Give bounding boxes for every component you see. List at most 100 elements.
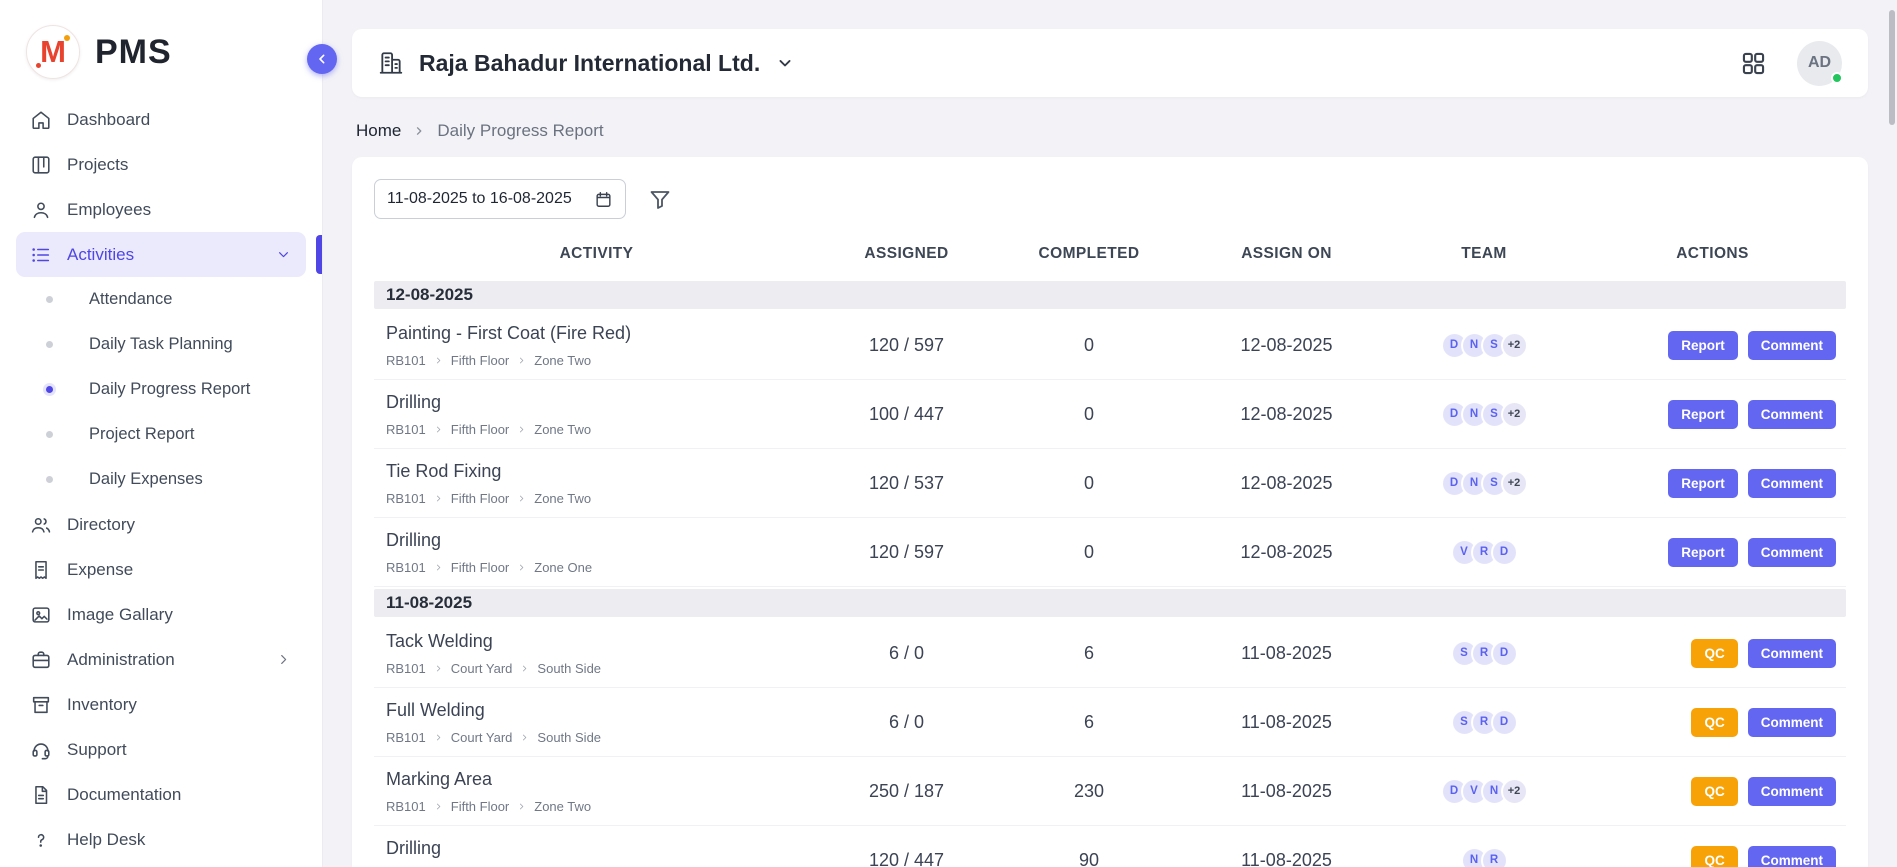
company-selector[interactable]: Raja Bahadur International Ltd. <box>378 50 795 77</box>
completed-value: 0 <box>994 335 1184 356</box>
avatar-initials: AD <box>1808 54 1831 72</box>
report-button[interactable]: Report <box>1668 538 1738 567</box>
qc-button[interactable]: QC <box>1691 639 1737 668</box>
gallery-icon <box>30 604 52 626</box>
row-actions: Report Comment <box>1579 400 1846 429</box>
user-avatar[interactable]: AD <box>1797 41 1842 86</box>
row-actions: Report Comment <box>1579 469 1846 498</box>
comment-button[interactable]: Comment <box>1748 469 1836 498</box>
sidebar-item-employees[interactable]: Employees <box>16 187 306 232</box>
group-date: 12-08-2025 <box>386 285 473 304</box>
comment-button[interactable]: Comment <box>1748 538 1836 567</box>
date-group-header: 12-08-2025 <box>374 281 1846 309</box>
sidebar-collapse-button[interactable] <box>307 44 337 74</box>
activity-name: Drilling <box>386 530 819 551</box>
sidebar-item-help-desk[interactable]: Help Desk <box>16 817 306 862</box>
sidebar-item-daily-task-planning[interactable]: Daily Task Planning <box>16 322 306 367</box>
inventory-icon <box>30 694 52 716</box>
progress-report-table: ACTIVITYASSIGNEDCOMPLETEDASSIGN ONTEAMAC… <box>374 227 1846 867</box>
bullet-icon <box>46 386 53 393</box>
sidebar-item-daily-progress-report[interactable]: Daily Progress Report <box>16 367 306 412</box>
sidebar-item-administration[interactable]: Administration <box>16 637 306 682</box>
sidebar-item-projects[interactable]: Projects <box>16 142 306 187</box>
team-member-avatar: D <box>1491 709 1518 736</box>
chevron-right-icon <box>412 124 426 138</box>
sidebar-item-label: Expense <box>67 560 292 580</box>
qc-button[interactable]: QC <box>1691 777 1737 806</box>
sidebar-item-dashboard[interactable]: Dashboard <box>16 97 306 142</box>
qc-button[interactable]: QC <box>1691 708 1737 737</box>
topbar: Raja Bahadur International Ltd. AD <box>352 29 1868 97</box>
funnel-icon <box>648 187 672 211</box>
team-extra-count: +2 <box>1501 401 1528 428</box>
completed-value: 0 <box>994 542 1184 563</box>
table-row: Painting - First Coat (Fire Red) RB101Fi… <box>374 311 1846 380</box>
sidebar-item-support[interactable]: Support <box>16 727 306 772</box>
qc-button[interactable]: QC <box>1691 846 1737 867</box>
assigned-value: 120 / 447 <box>819 850 994 867</box>
directory-icon <box>30 514 52 536</box>
chevron-right-icon <box>516 355 527 366</box>
bullet-icon <box>46 341 53 348</box>
sidebar-item-documentation[interactable]: Documentation <box>16 772 306 817</box>
sidebar-nav: Dashboard Projects Employees Activities … <box>0 95 322 864</box>
completed-value: 0 <box>994 404 1184 425</box>
activity-location-path: RB101Fifth FloorZone Two <box>386 799 819 814</box>
report-button[interactable]: Report <box>1668 331 1738 360</box>
assign-on-date: 12-08-2025 <box>1184 404 1389 425</box>
activity-location-path: RB101Fifth FloorZone Two <box>386 491 819 506</box>
column-header-activity: ACTIVITY <box>374 245 819 263</box>
sidebar-item-project-report[interactable]: Project Report <box>16 412 306 457</box>
comment-button[interactable]: Comment <box>1748 400 1836 429</box>
comment-button[interactable]: Comment <box>1748 639 1836 668</box>
path-segment: RB101 <box>386 422 426 437</box>
date-range-picker[interactable]: 11-08-2025 to 16-08-2025 <box>374 179 626 219</box>
projects-icon <box>30 154 52 176</box>
chevron-right-icon <box>275 651 292 668</box>
assign-on-date: 11-08-2025 <box>1184 643 1389 664</box>
sidebar-item-attendance[interactable]: Attendance <box>16 277 306 322</box>
sidebar-item-inventory[interactable]: Inventory <box>16 682 306 727</box>
team-avatars: SRD <box>1389 640 1579 667</box>
completed-value: 6 <box>994 643 1184 664</box>
comment-button[interactable]: Comment <box>1748 708 1836 737</box>
report-button[interactable]: Report <box>1668 400 1738 429</box>
activity-name: Marking Area <box>386 769 819 790</box>
sidebar-item-image-gallary[interactable]: Image Gallary <box>16 592 306 637</box>
sidebar-item-activities[interactable]: Activities <box>16 232 306 277</box>
comment-button[interactable]: Comment <box>1748 331 1836 360</box>
sidebar-item-label: Activities <box>67 245 260 265</box>
table-header-row: ACTIVITYASSIGNEDCOMPLETEDASSIGN ONTEAMAC… <box>374 227 1846 279</box>
assigned-value: 6 / 0 <box>819 712 994 733</box>
activity-cell: Drilling RB101Fifth FloorZone Two <box>374 838 819 867</box>
team-member-avatar: D <box>1491 640 1518 667</box>
path-segment: Fifth Floor <box>451 491 510 506</box>
path-segment: South Side <box>537 730 601 745</box>
path-segment: RB101 <box>386 799 426 814</box>
app-root: M PMS Dashboard Projects Employees Activ… <box>0 0 1897 867</box>
path-segment: Fifth Floor <box>451 560 510 575</box>
breadcrumb-home[interactable]: Home <box>356 121 401 141</box>
sidebar-item-daily-expenses[interactable]: Daily Expenses <box>16 457 306 502</box>
path-segment: RB101 <box>386 560 426 575</box>
apps-grid-icon[interactable] <box>1740 50 1767 77</box>
sidebar-item-label: Documentation <box>67 785 292 805</box>
comment-button[interactable]: Comment <box>1748 777 1836 806</box>
scrollbar-thumb[interactable] <box>1889 10 1895 125</box>
team-avatars: NR <box>1389 847 1579 867</box>
filter-button[interactable] <box>648 187 672 211</box>
sidebar: M PMS Dashboard Projects Employees Activ… <box>0 0 323 867</box>
chevron-right-icon <box>519 663 530 674</box>
assign-on-date: 11-08-2025 <box>1184 712 1389 733</box>
chevron-right-icon <box>433 355 444 366</box>
activity-cell: Tack Welding RB101Court YardSouth Side <box>374 631 819 676</box>
sidebar-item-directory[interactable]: Directory <box>16 502 306 547</box>
chevron-right-icon <box>516 801 527 812</box>
column-header-actions: ACTIONS <box>1579 245 1846 263</box>
report-button[interactable]: Report <box>1668 469 1738 498</box>
date-range-value: 11-08-2025 to 16-08-2025 <box>387 190 572 208</box>
comment-button[interactable]: Comment <box>1748 846 1836 867</box>
team-member-avatar: R <box>1481 847 1508 867</box>
sidebar-item-expense[interactable]: Expense <box>16 547 306 592</box>
activity-cell: Painting - First Coat (Fire Red) RB101Fi… <box>374 323 819 368</box>
